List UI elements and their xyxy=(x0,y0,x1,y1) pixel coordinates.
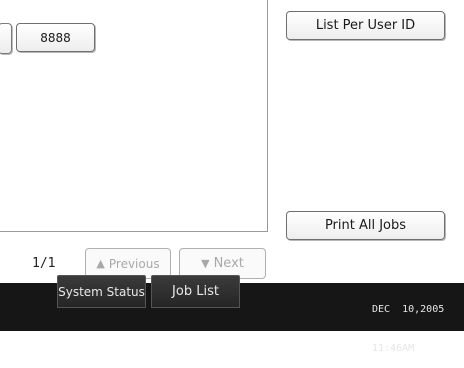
tab-job-list[interactable]: Job List xyxy=(151,275,240,308)
user-list-panel: 8888 xyxy=(0,0,268,232)
user-id-button[interactable]: 8888 xyxy=(16,23,95,52)
print-all-jobs-button[interactable]: Print All Jobs xyxy=(286,211,445,240)
time-text: 11:46AM xyxy=(372,343,415,354)
user-id-button-partial[interactable] xyxy=(0,23,12,54)
date-time-display: DEC 10,2005 11:46AM xyxy=(372,277,444,368)
tab-system-status[interactable]: System Status xyxy=(57,275,146,308)
list-per-user-id-button[interactable]: List Per User ID xyxy=(286,11,445,40)
date-text: DEC 10,2005 xyxy=(372,304,445,315)
